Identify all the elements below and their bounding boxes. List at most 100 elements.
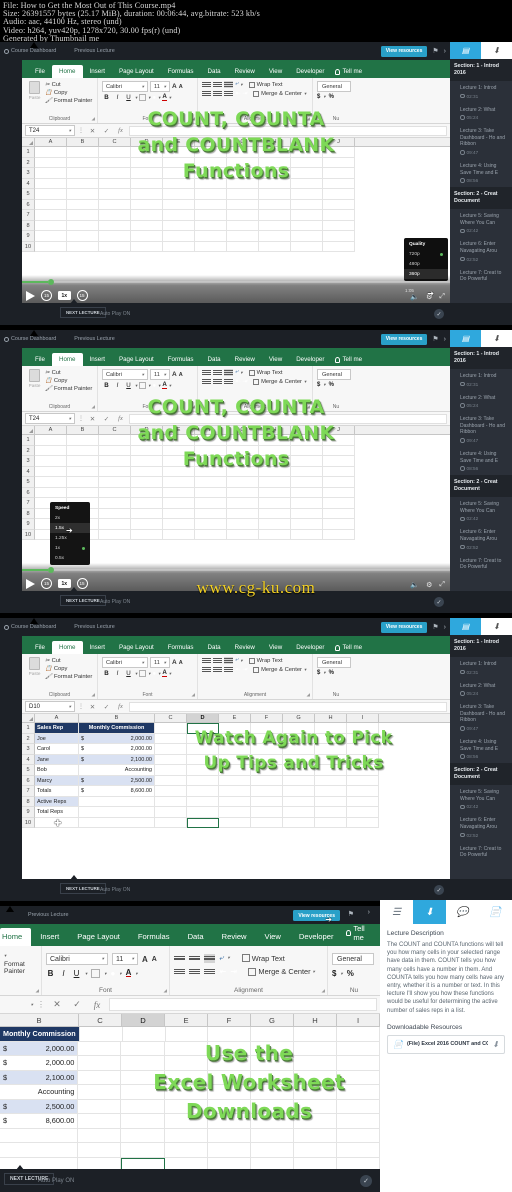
cell[interactable] [78,1099,122,1114]
alignment-dialog-launcher[interactable]: ◢ [307,404,310,410]
clipboard-dialog-launcher[interactable]: ◢ [92,116,95,122]
font-dialog-launcher[interactable]: ◢ [192,692,195,698]
table-row[interactable]: 4 [22,466,450,477]
cell[interactable] [323,529,355,540]
cell[interactable] [195,456,227,467]
sidebar-item-lecture-4[interactable]: Lecture 4: Using Save Time and E 08:56 [450,447,512,475]
cell[interactable] [99,220,131,231]
previous-lecture-link[interactable]: Previous Lecture [74,336,114,342]
cell-a6[interactable]: Marcy [35,775,79,786]
selected-cell-d10[interactable] [187,817,219,828]
tab-view[interactable]: View [262,65,289,79]
cell-a2[interactable]: Joe [35,733,79,744]
cell-b1[interactable]: Monthly Commission [79,723,155,734]
fill-color-icon[interactable]: ● [153,95,157,101]
cell[interactable] [291,487,323,498]
chevron-down-icon[interactable]: ▾ [169,671,171,677]
cell[interactable] [121,1128,165,1143]
cell[interactable] [291,231,323,242]
previous-lecture-link[interactable]: Previous Lecture [28,912,68,918]
cell[interactable] [195,519,227,530]
percent-format-button[interactable]: % [329,670,334,676]
cell[interactable] [155,817,187,828]
cell[interactable] [164,1099,208,1114]
cell[interactable] [155,744,187,755]
row-header[interactable]: 1 [22,723,35,734]
cell[interactable] [131,519,163,530]
cell[interactable] [323,168,355,179]
cell[interactable] [323,178,355,189]
cell[interactable] [35,220,67,231]
column-header-f[interactable]: F [195,138,227,146]
cell[interactable] [187,744,219,755]
row-header[interactable]: 9 [22,807,35,818]
increase-indent-icon[interactable]: ⇥ [242,90,247,97]
cell[interactable] [323,445,355,456]
row-header[interactable]: 9 [22,231,35,242]
select-all-corner[interactable] [22,138,35,146]
chevron-down-icon[interactable]: ▾ [135,971,137,977]
cell[interactable] [227,477,259,488]
cell[interactable] [219,817,251,828]
chevron-down-icon[interactable]: ▾ [169,383,171,389]
merge-center-button[interactable]: Merge & Center ▾ [253,90,306,97]
cell[interactable] [99,487,131,498]
course-content-sidebar-1[interactable]: ▤ ⬇ Section: 1 - Introd 2016 Lecture 1: … [450,42,512,325]
sidebar-item-lecture-2[interactable]: Lecture 2: What 05:24 [450,391,512,413]
sidebar-item-lecture-6[interactable]: Lecture 6: Enter Navagating Arou 02:52 [450,813,512,841]
sidebar-tab-downloads[interactable]: ⬇ [481,42,512,59]
cell-b5[interactable]: Accounting [79,765,155,776]
chevron-down-icon[interactable]: ▾ [135,95,137,101]
cell[interactable] [251,733,283,744]
cell-b6[interactable]: $2,500.00 [0,1099,79,1114]
mark-complete-button[interactable]: ✓ [434,885,444,895]
cell[interactable] [67,147,99,158]
tab-page-layout[interactable]: Page Layout [68,928,129,946]
cell[interactable] [227,220,259,231]
cell[interactable] [99,147,131,158]
cell[interactable] [291,435,323,446]
cell[interactable] [99,178,131,189]
cell[interactable] [291,241,323,252]
cell[interactable] [163,168,195,179]
cell[interactable] [195,466,227,477]
cell[interactable] [35,157,67,168]
course-content-sidebar-2[interactable]: ▤ ⬇ Section: 1 - Introd 2016 Lecture 1: … [450,330,512,613]
cell[interactable] [35,189,67,200]
tab-discussion[interactable]: 💬 [446,900,479,924]
sidebar-tab-content[interactable]: ▤ [450,618,481,635]
column-header-i[interactable]: I [291,426,323,434]
cell[interactable] [251,744,283,755]
column-header-g[interactable]: G [283,714,315,722]
speed-option-1x[interactable]: 1x [50,543,90,553]
cell[interactable] [259,210,291,221]
decrease-indent-icon[interactable]: ⇤ [219,967,226,976]
cell[interactable] [227,189,259,200]
sidebar-item-lecture-7[interactable]: Lecture 7: Creat to Do Powerful [450,266,512,287]
tab-review[interactable]: Review [228,353,262,367]
volume-icon[interactable]: 🔈 [410,293,419,301]
cell[interactable] [131,210,163,221]
cell[interactable] [227,241,259,252]
wrap-text-button[interactable]: Wrap Text [248,81,283,88]
font-dialog-launcher[interactable]: ◢ [164,988,167,994]
currency-format-button[interactable]: $ [317,382,320,388]
cell[interactable] [99,456,131,467]
cell[interactable] [283,775,315,786]
cell-b8[interactable] [79,796,155,807]
table-row[interactable]: 10 [22,817,450,828]
cell[interactable] [99,498,131,509]
select-all-corner[interactable] [22,426,35,434]
tell-me-box[interactable]: Tell me [331,353,366,366]
flag-icon[interactable]: ⚑ [348,910,354,918]
table-row[interactable]: 8 [22,220,450,231]
cell[interactable] [99,210,131,221]
cell[interactable] [283,796,315,807]
paste-button[interactable]: Paste [26,81,43,104]
section-header-2[interactable]: Section: 2 - Creat Document [450,763,512,786]
cell[interactable] [121,1143,165,1158]
merge-center-button[interactable]: Merge & Center ▾ [253,378,306,385]
cell[interactable] [164,1128,208,1143]
column-header-e[interactable]: E [165,1014,208,1026]
cell[interactable] [250,1070,294,1085]
